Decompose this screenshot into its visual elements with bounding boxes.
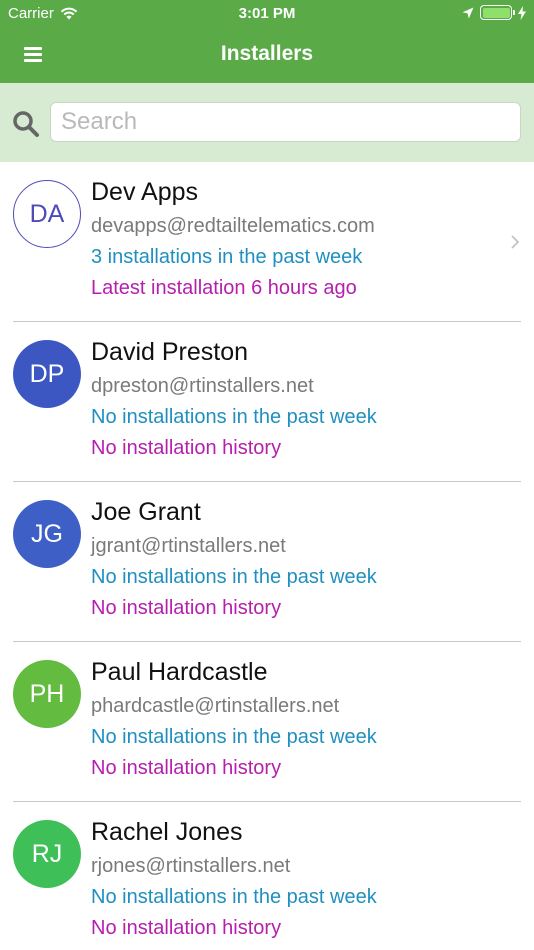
installer-email: dpreston@rtinstallers.net bbox=[91, 375, 314, 397]
week-installations: No installations in the past week bbox=[91, 726, 377, 748]
week-installations: No installations in the past week bbox=[91, 886, 377, 908]
list-item[interactable]: PH Paul Hardcastle phardcastle@rtinstall… bbox=[0, 642, 534, 802]
week-installations: 3 installations in the past week bbox=[91, 246, 363, 268]
installer-email: rjones@rtinstallers.net bbox=[91, 855, 291, 877]
item-text: Dev Apps devapps@redtailtelematics.com 3… bbox=[91, 176, 504, 304]
week-installations: No installations in the past week bbox=[91, 566, 377, 588]
list-item[interactable]: DP David Preston dpreston@rtinstallers.n… bbox=[0, 322, 534, 482]
nav-bar: Installers bbox=[0, 28, 534, 83]
week-installations: No installations in the past week bbox=[91, 406, 377, 428]
installer-list: DA Dev Apps devapps@redtailtelematics.co… bbox=[0, 162, 534, 950]
item-text: David Preston dpreston@rtinstallers.net … bbox=[91, 336, 504, 464]
installer-email: jgrant@rtinstallers.net bbox=[91, 535, 286, 557]
avatar: JG bbox=[13, 500, 81, 568]
installation-history: No installation history bbox=[91, 917, 282, 939]
list-item[interactable]: RJ Rachel Jones rjones@rtinstallers.net … bbox=[0, 802, 534, 950]
installer-email: phardcastle@rtinstallers.net bbox=[91, 695, 340, 717]
avatar: RJ bbox=[13, 820, 81, 888]
installer-name: Dev Apps bbox=[91, 178, 199, 206]
avatar-initials: DP bbox=[29, 359, 65, 388]
battery-icon bbox=[480, 5, 515, 20]
search-bar bbox=[0, 83, 534, 162]
chevron-right-icon bbox=[511, 235, 520, 249]
installation-history: Latest installation 6 hours ago bbox=[91, 277, 357, 299]
header: Carrier 3:01 PM Installers bbox=[0, 0, 534, 83]
avatar-initials: PH bbox=[29, 679, 65, 708]
installer-name: Paul Hardcastle bbox=[91, 658, 268, 686]
installation-history: No installation history bbox=[91, 437, 282, 459]
search-input[interactable] bbox=[50, 102, 521, 142]
page-title: Installers bbox=[220, 42, 314, 65]
installation-history: No installation history bbox=[91, 597, 282, 619]
installer-name: David Preston bbox=[91, 338, 249, 366]
avatar-initials: DA bbox=[29, 199, 65, 228]
installation-history: No installation history bbox=[91, 757, 282, 779]
item-text: Joe Grant jgrant@rtinstallers.net No ins… bbox=[91, 496, 504, 624]
installer-name: Joe Grant bbox=[91, 498, 201, 526]
battery-fill bbox=[482, 7, 510, 18]
avatar: DA bbox=[13, 180, 81, 248]
search-icon bbox=[13, 111, 39, 137]
item-text: Rachel Jones rjones@rtinstallers.net No … bbox=[91, 816, 504, 944]
avatar: PH bbox=[13, 660, 81, 728]
charging-bolt-icon bbox=[518, 5, 526, 20]
installer-email: devapps@redtailtelematics.com bbox=[91, 215, 375, 237]
avatar-initials: RJ bbox=[31, 839, 63, 868]
status-bar: Carrier 3:01 PM bbox=[0, 0, 534, 28]
installer-name: Rachel Jones bbox=[91, 818, 243, 846]
status-time: 3:01 PM bbox=[238, 5, 296, 22]
avatar: DP bbox=[13, 340, 81, 408]
location-arrow-icon bbox=[462, 7, 474, 18]
list-item[interactable]: DA Dev Apps devapps@redtailtelematics.co… bbox=[0, 162, 534, 322]
list-item[interactable]: JG Joe Grant jgrant@rtinstallers.net No … bbox=[0, 482, 534, 642]
status-right bbox=[462, 5, 526, 20]
item-text: Paul Hardcastle phardcastle@rtinstallers… bbox=[91, 656, 504, 784]
avatar-initials: JG bbox=[31, 519, 63, 548]
